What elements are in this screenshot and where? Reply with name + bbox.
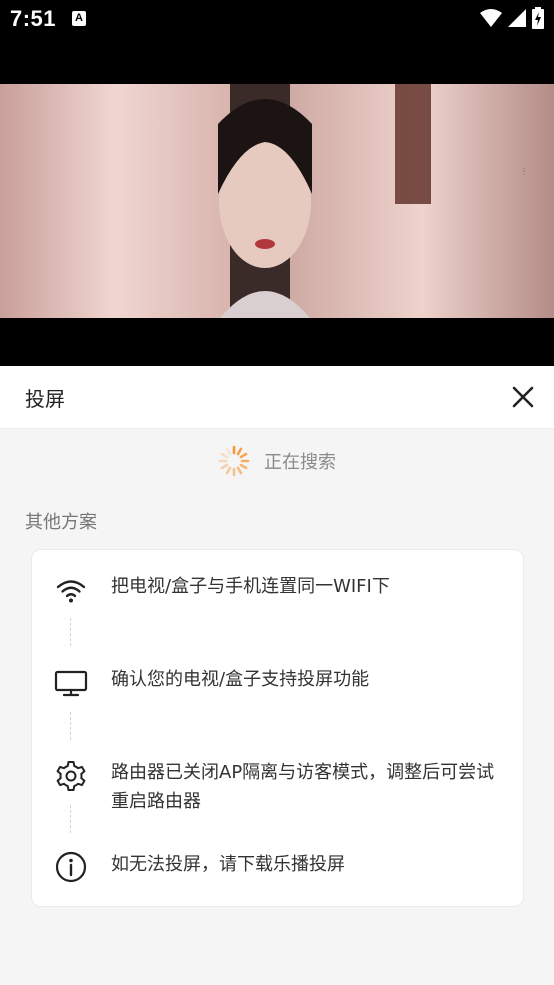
step-connector <box>70 712 71 740</box>
loading-spinner-icon <box>218 445 250 477</box>
searching-label: 正在搜索 <box>264 452 336 473</box>
panel-header: 投屏 <box>0 366 554 429</box>
step-text: 如无法投屏，请下载乐播投屏 <box>111 854 345 875</box>
step-connector <box>70 805 71 833</box>
tips-card: 把电视/盒子与手机连置同一WIFI下 确认您的电视/盒子支持投屏功能 路由器已关… <box>31 549 524 907</box>
step-text: 把电视/盒子与手机连置同一WIFI下 <box>111 576 390 597</box>
video-frame: ⋮ <box>0 84 554 318</box>
wifi-icon <box>56 580 86 603</box>
cast-panel: 投屏 正在搜索 其他方案 把电视/盒子与手机连置同一WIFI下 确认您的电视/盒… <box>0 366 554 985</box>
signal-icon <box>508 9 526 27</box>
status-time: 7:51 <box>10 6 57 31</box>
status-bar: 7:51 A <box>0 0 554 38</box>
section-title: 其他方案 <box>25 512 97 533</box>
notification-icon: A <box>72 11 86 26</box>
step-connector <box>70 618 71 646</box>
wifi-icon <box>480 9 502 27</box>
step-text: 路由器已关闭AP隔离与访客模式，调整后可尝试重启路由器 <box>111 762 495 812</box>
status-icons <box>480 7 544 29</box>
video-player[interactable]: ⋮ <box>0 38 554 366</box>
battery-icon <box>532 7 544 29</box>
info-icon <box>55 851 87 883</box>
svg-text:⋮: ⋮ <box>520 167 528 176</box>
close-icon[interactable] <box>510 384 536 410</box>
panel-title: 投屏 <box>25 387 65 411</box>
gear-icon <box>56 761 86 791</box>
step-text: 确认您的电视/盒子支持投屏功能 <box>111 669 370 690</box>
tv-icon <box>54 670 88 697</box>
searching-status: 正在搜索 <box>0 444 554 478</box>
